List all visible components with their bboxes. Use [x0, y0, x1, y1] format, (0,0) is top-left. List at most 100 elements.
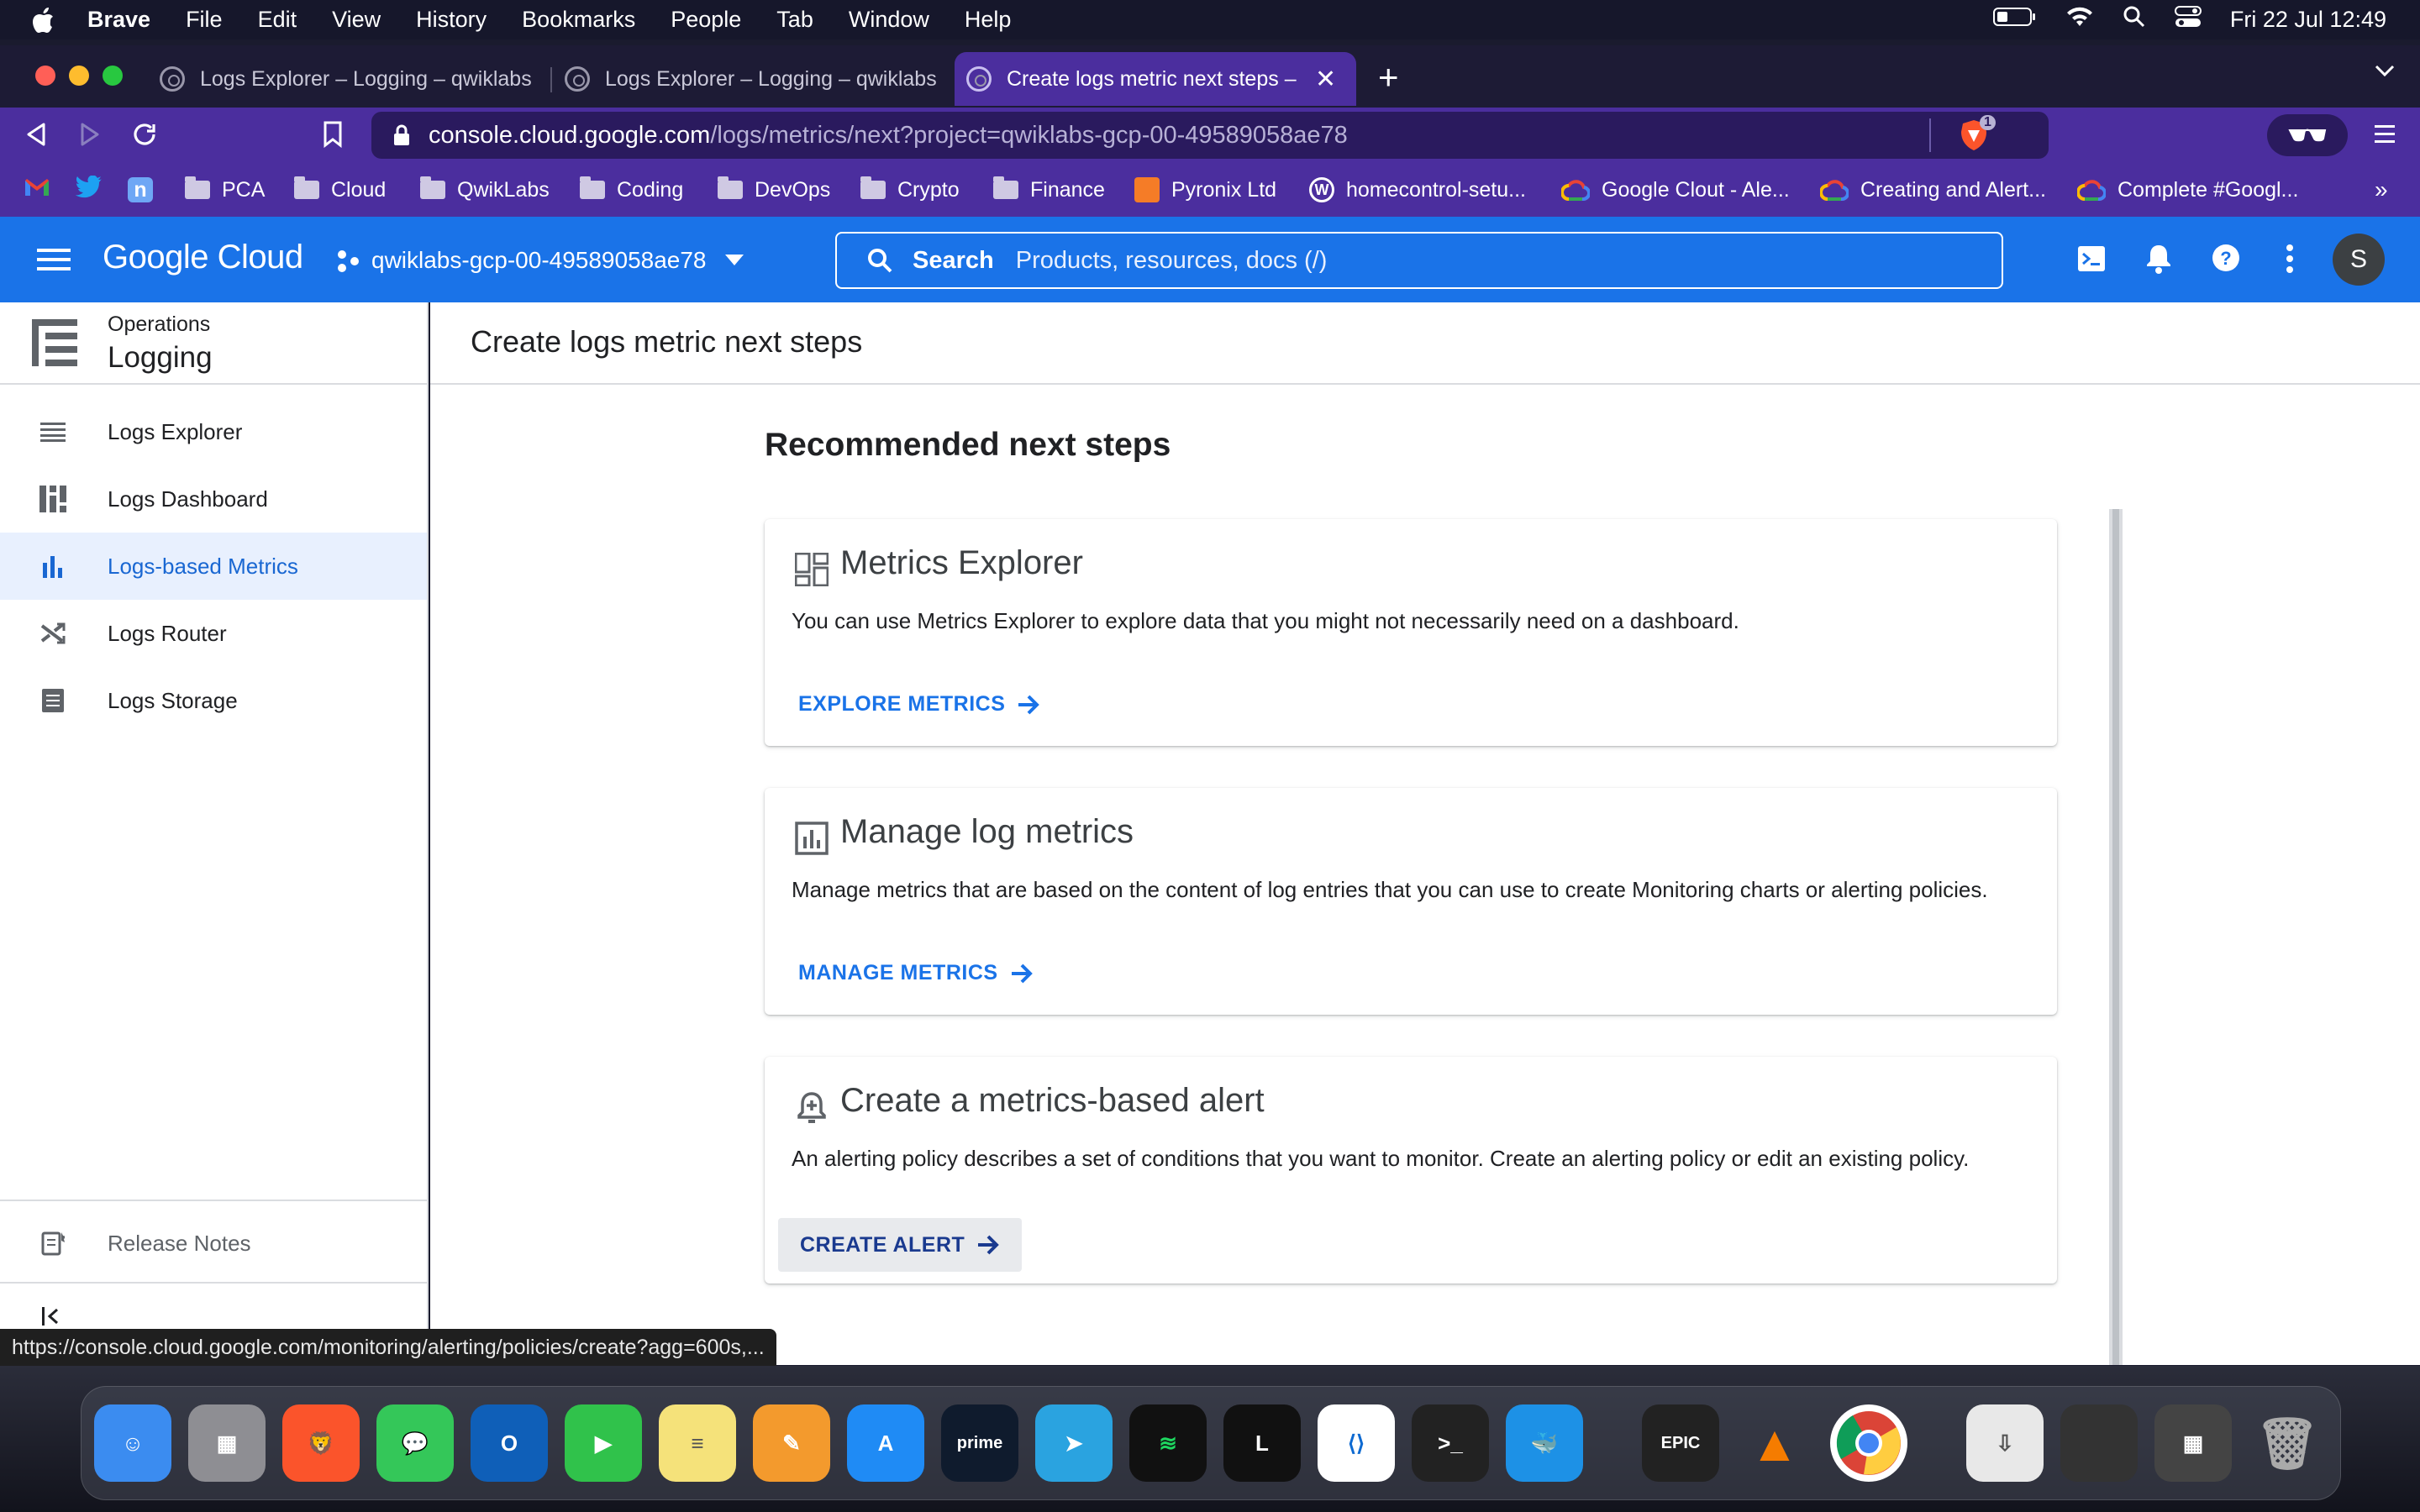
bookmark-creating-alert[interactable]: Creating and Alert...	[1820, 163, 2046, 217]
sidebar-item-logs-storage[interactable]: Logs Storage	[0, 667, 427, 734]
vscode-icon[interactable]: ⟨⟩	[1318, 1404, 1395, 1482]
finder-icon[interactable]: ☺	[94, 1404, 171, 1482]
address-bar[interactable]: console.cloud.google.com/logs/metrics/ne…	[371, 112, 2049, 159]
bookmarks-overflow-icon[interactable]: »	[2375, 163, 2388, 217]
bookmark-google-clout[interactable]: Google Clout - Ale...	[1561, 163, 1790, 217]
search-label: Search	[913, 246, 994, 274]
launchpad-icon[interactable]: ▦	[188, 1404, 266, 1482]
tab-close-icon[interactable]: ✕	[1315, 65, 1336, 94]
google-cloud-logo[interactable]: Google Cloud	[103, 239, 303, 276]
brave-shields-icon[interactable]: 1	[1958, 115, 1996, 152]
menu-history[interactable]: History	[416, 7, 487, 33]
forward-icon[interactable]	[79, 122, 101, 151]
wifi-icon[interactable]	[2065, 6, 2094, 34]
bookmark-devops[interactable]: DevOps	[718, 163, 830, 217]
search-box[interactable]: Search Products, resources, docs (/)	[835, 232, 2003, 289]
gmail-bookmark[interactable]	[24, 163, 50, 217]
tab-create-logs-metric[interactable]: Create logs metric next steps – ✕	[955, 52, 1356, 106]
bookmark-label: Creating and Alert...	[1860, 177, 2046, 202]
lock-icon[interactable]	[393, 124, 410, 146]
tab-logs-explorer-2[interactable]: Logs Explorer – Logging – qwiklabs	[565, 52, 943, 106]
bookmark-crypto[interactable]: Crypto	[860, 163, 960, 217]
n-app-icon: n	[128, 177, 153, 202]
bookmark-pca[interactable]: PCA	[185, 163, 265, 217]
sidebar-item-logs-based-metrics[interactable]: Logs-based Metrics	[0, 533, 427, 600]
control-center-icon[interactable]	[2174, 5, 2202, 34]
reload-icon[interactable]	[131, 121, 158, 152]
menubar-datetime[interactable]: Fri 22 Jul 12:49	[2230, 7, 2386, 33]
create-alert-button[interactable]: CREATE ALERT	[778, 1218, 1023, 1272]
content-scrollbar-thumb[interactable]	[2112, 509, 2119, 1365]
menu-help[interactable]: Help	[965, 7, 1012, 33]
spotlight-icon[interactable]	[2123, 5, 2146, 34]
menu-file[interactable]: File	[186, 7, 223, 33]
manage-metrics-link[interactable]: MANAGE METRICS	[798, 961, 1034, 985]
tab-logs-explorer-1[interactable]: Logs Explorer – Logging – qwiklabs	[160, 52, 538, 106]
bookmark-homecontrol[interactable]: W homecontrol-setu...	[1309, 163, 1526, 217]
reader-glasses-icon[interactable]	[2267, 114, 2348, 156]
back-icon[interactable]	[25, 122, 47, 151]
spotify-icon[interactable]: ≋	[1129, 1404, 1207, 1482]
sidebar-item-logs-dashboard[interactable]: Logs Dashboard	[0, 465, 427, 533]
product-section-label: Operations	[108, 312, 211, 336]
bookmark-label: Crypto	[897, 177, 960, 202]
bookmark-pyronix[interactable]: Pyronix Ltd	[1134, 163, 1276, 217]
content-scrollbar-track[interactable]	[2109, 509, 2123, 1365]
twitter-bookmark[interactable]	[75, 163, 103, 217]
shuffle-icon	[39, 619, 67, 648]
terminal-icon[interactable]: >_	[1412, 1404, 1489, 1482]
applications-stack-icon[interactable]: ▦	[2154, 1404, 2232, 1482]
prime-video-icon[interactable]: prime	[941, 1404, 1018, 1482]
sidebar-item-logs-router[interactable]: Logs Router	[0, 600, 427, 667]
bookmark-cloud[interactable]: Cloud	[294, 163, 386, 217]
more-options-icon[interactable]	[2286, 244, 2294, 278]
collapse-sidebar-icon[interactable]	[42, 1307, 60, 1330]
brave-icon[interactable]: 🦁	[282, 1404, 360, 1482]
explore-metrics-link[interactable]: EXPLORE METRICS	[798, 692, 1040, 717]
notifications-bell-icon[interactable]	[2146, 244, 2171, 278]
bookmark-coding[interactable]: Coding	[580, 163, 683, 217]
notes-icon[interactable]: ≡	[659, 1404, 736, 1482]
pages-icon[interactable]: ✎	[753, 1404, 830, 1482]
bookmark-finance[interactable]: Finance	[993, 163, 1105, 217]
window-close-button[interactable]	[35, 66, 55, 86]
hamburger-menu-icon[interactable]	[37, 247, 71, 276]
minimized-window-thumbnail[interactable]	[2060, 1404, 2138, 1482]
outlook-icon[interactable]: O	[471, 1404, 548, 1482]
window-minimize-button[interactable]	[69, 66, 89, 86]
menu-bookmarks[interactable]: Bookmarks	[522, 7, 635, 33]
menu-tab[interactable]: Tab	[776, 7, 813, 33]
cloud-shell-icon[interactable]	[2077, 245, 2106, 276]
bookmark-complete-google[interactable]: Complete #Googl...	[2077, 163, 2298, 217]
tab-list-chevron-icon[interactable]	[2375, 64, 2395, 81]
trash-icon[interactable]: 🗑	[2249, 1404, 2326, 1482]
vlc-icon[interactable]: ▲	[1736, 1404, 1813, 1482]
new-tab-icon[interactable]: +	[1378, 57, 1399, 97]
chrome-icon[interactable]	[1830, 1404, 1907, 1482]
docker-icon[interactable]: 🐳	[1506, 1404, 1583, 1482]
messages-icon[interactable]: 💬	[376, 1404, 454, 1482]
account-avatar[interactable]: S	[2333, 234, 2385, 286]
lightshot-icon[interactable]: L	[1223, 1404, 1301, 1482]
sidebar-item-logs-explorer[interactable]: Logs Explorer	[0, 398, 427, 465]
battery-icon[interactable]	[1992, 6, 2037, 34]
project-picker[interactable]: qwiklabs-gcp-00-49589058ae78	[336, 242, 744, 279]
menu-edit[interactable]: Edit	[258, 7, 297, 33]
telegram-icon[interactable]: ➤	[1035, 1404, 1113, 1482]
menu-app-name[interactable]: Brave	[87, 7, 150, 33]
archive-utility-icon[interactable]: ⇩	[1966, 1404, 2044, 1482]
window-zoom-button[interactable]	[103, 66, 123, 86]
facetime-icon[interactable]: ▶	[565, 1404, 642, 1482]
n-app-bookmark[interactable]: n	[128, 163, 153, 217]
menu-window[interactable]: Window	[849, 7, 929, 33]
epic-games-icon[interactable]: EPIC	[1642, 1404, 1719, 1482]
bookmark-qwiklabs[interactable]: QwikLabs	[420, 163, 550, 217]
menu-view[interactable]: View	[332, 7, 381, 33]
bookmark-icon[interactable]	[323, 121, 343, 152]
menu-people[interactable]: People	[671, 7, 741, 33]
apple-icon[interactable]	[32, 7, 59, 34]
help-icon[interactable]: ?	[2212, 244, 2240, 276]
browser-menu-icon[interactable]	[2375, 123, 2395, 150]
release-notes-link[interactable]: Release Notes	[0, 1210, 427, 1277]
app-store-icon[interactable]: A	[847, 1404, 924, 1482]
